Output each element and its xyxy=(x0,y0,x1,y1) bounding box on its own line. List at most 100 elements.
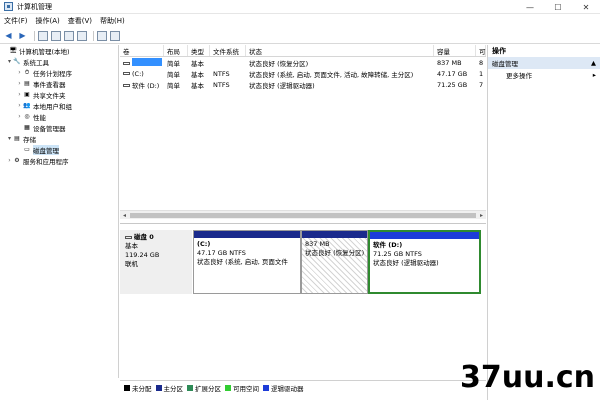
partition-size: 47.17 GB NTFS xyxy=(197,249,246,257)
table-row[interactable]: 软件 (D:) 简单 基本 NTFS 状态良好 (逻辑驱动器) 71.25 GB… xyxy=(120,79,486,90)
volume-name: 软件 (D:) xyxy=(132,81,160,90)
partition-info: (C:) 47.17 GB NTFS 状态良好 (系统, 启动, 页面文件 xyxy=(194,238,300,269)
menu-action[interactable]: 操作(A) xyxy=(36,16,60,26)
primary-partition-bar xyxy=(194,231,300,238)
menu-view[interactable]: 查看(V) xyxy=(68,16,92,26)
toolbar-separator xyxy=(34,30,35,41)
up-folder-icon[interactable] xyxy=(38,30,48,41)
column-header-filesystem[interactable]: 文件系统 xyxy=(210,45,246,56)
scrollbar-thumb[interactable] xyxy=(130,212,476,218)
connect-icon[interactable] xyxy=(97,30,107,41)
show-hide-tree-icon[interactable] xyxy=(51,30,61,41)
tree-item-label: 磁盘管理 xyxy=(33,144,59,155)
legend-swatch-extended xyxy=(187,384,193,391)
actions-header: 操作 xyxy=(492,47,506,55)
column-header-free[interactable]: 可 xyxy=(476,45,486,56)
type-cell: 基本 xyxy=(191,59,204,68)
scroll-right-icon[interactable]: ▸ xyxy=(477,212,486,219)
partition-size: 71.25 GB NTFS xyxy=(373,250,422,258)
partition-status: 状态良好 (逻辑驱动器) xyxy=(373,259,439,267)
window-controls: — ☐ ✕ xyxy=(516,0,600,14)
partition-c[interactable]: (C:) 47.17 GB NTFS 状态良好 (系统, 启动, 页面文件 xyxy=(193,230,301,294)
more-actions-item[interactable]: 更多操作 ▸ xyxy=(488,69,600,81)
collapse-up-icon[interactable]: ▲ xyxy=(591,59,596,67)
column-header-type[interactable]: 类型 xyxy=(188,45,210,56)
disk-icon xyxy=(125,235,132,239)
expand-right-icon[interactable]: › xyxy=(16,80,23,87)
column-header-capacity[interactable]: 容量 xyxy=(434,45,476,56)
legend-swatch-primary xyxy=(155,384,162,391)
tree-item-shared-folders[interactable]: › ▣ 共享文件夹 xyxy=(0,89,118,100)
back-arrow-icon[interactable]: ◀ xyxy=(3,30,14,41)
status-cell: 状态良好 (逻辑驱动器) xyxy=(249,81,315,90)
tree-item-local-users[interactable]: › 👥 本地用户和组 xyxy=(0,100,118,111)
legend-swatch-free-space xyxy=(225,384,231,391)
partition-recovery[interactable]: 837 MB 状态良好 (恢复分区) xyxy=(301,230,368,294)
computer-management-icon xyxy=(4,2,13,11)
partition-title: 软件 (D:) xyxy=(373,241,403,249)
settings-icon[interactable] xyxy=(110,30,120,41)
volume-name: (C:) xyxy=(132,69,144,78)
drive-icon xyxy=(123,84,130,87)
primary-partition-bar xyxy=(302,231,367,238)
logical-drive-bar xyxy=(370,232,479,239)
scroll-left-icon[interactable]: ◂ xyxy=(120,212,129,219)
column-header-volume[interactable]: 卷 xyxy=(120,45,164,56)
forward-arrow-icon[interactable]: ▶ xyxy=(17,30,28,41)
tree-item-label: 计算机管理(本地) xyxy=(19,47,70,56)
toolbar-separator xyxy=(93,30,94,41)
expand-right-icon[interactable]: › xyxy=(6,157,13,164)
tree-item-task-scheduler[interactable]: › ⏱ 任务计划程序 xyxy=(0,67,118,78)
layout-cell: 简单 xyxy=(167,70,180,79)
expand-right-icon[interactable]: › xyxy=(16,102,23,109)
tree-item-computer-management[interactable]: 🖥 计算机管理(本地) xyxy=(0,45,118,56)
disk-name: 磁盘 0 xyxy=(125,233,187,242)
free-cell: 1 xyxy=(479,69,484,78)
tree-item-device-manager[interactable]: ▦ 设备管理器 xyxy=(0,122,118,133)
table-row[interactable]: (C:) 简单 基本 NTFS 状态良好 (系统, 启动, 页面文件, 活动, … xyxy=(120,68,486,79)
partition-d[interactable]: 软件 (D:) 71.25 GB NTFS 状态良好 (逻辑驱动器) xyxy=(368,230,481,294)
legend-swatch-unallocated xyxy=(124,384,130,391)
expand-right-icon[interactable]: › xyxy=(16,91,23,98)
properties-icon[interactable] xyxy=(77,30,87,41)
menu-help[interactable]: 帮助(H) xyxy=(100,16,125,26)
computer-icon: 🖥 xyxy=(9,47,17,54)
legend-swatch-logical xyxy=(263,384,269,391)
disk-0-label[interactable]: 磁盘 0 基本 119.24 GB 联机 xyxy=(120,230,192,294)
expand-right-icon[interactable]: › xyxy=(16,69,23,76)
tree-item-performance[interactable]: › ◎ 性能 xyxy=(0,111,118,122)
tree-item-services-apps[interactable]: › ⚙ 服务和应用程序 xyxy=(0,155,118,166)
actions-section-label: 磁盘管理 xyxy=(492,60,518,68)
menu-file[interactable]: 文件(F) xyxy=(4,16,28,26)
disk-type: 基本 xyxy=(125,242,138,250)
column-header-layout[interactable]: 布局 xyxy=(164,45,188,56)
expand-down-icon[interactable]: ▾ xyxy=(6,58,13,65)
column-header-status[interactable]: 状态 xyxy=(246,45,434,56)
tools-icon: 🔧 xyxy=(13,58,21,65)
maximize-button[interactable]: ☐ xyxy=(544,0,572,14)
tree-item-storage[interactable]: ▾ ▤ 存储 xyxy=(0,133,118,144)
drive-icon xyxy=(123,72,130,75)
minimize-button[interactable]: — xyxy=(516,0,544,14)
volume-cell: (C:) xyxy=(120,70,164,78)
volume-table-header: 卷 布局 类型 文件系统 状态 容量 可 xyxy=(120,45,486,57)
close-button[interactable]: ✕ xyxy=(572,0,600,14)
status-cell: 状态良好 (系统, 启动, 页面文件, 活动, 故障转储, 主分区) xyxy=(249,70,414,79)
legend-label: 扩展分区 xyxy=(195,384,221,393)
tree-item-system-tools[interactable]: ▾ 🔧 系统工具 xyxy=(0,56,118,67)
volume-cell: 软件 (D:) xyxy=(120,80,164,90)
disk-size: 119.24 GB xyxy=(125,251,160,259)
actions-section-disk-management[interactable]: 磁盘管理 ▲ xyxy=(488,57,600,69)
window-title: 计算机管理 xyxy=(17,2,52,11)
help-icon[interactable] xyxy=(64,30,74,41)
tree-item-event-viewer[interactable]: › ▤ 事件查看器 xyxy=(0,78,118,89)
horizontal-scrollbar[interactable]: ◂ ▸ xyxy=(120,210,486,219)
title-bar: 计算机管理 — ☐ ✕ xyxy=(0,0,600,14)
legend-label: 可用空间 xyxy=(233,384,259,393)
navigation-tree: 🖥 计算机管理(本地) ▾ 🔧 系统工具 › ⏱ 任务计划程序 › ▤ 事件查看… xyxy=(0,45,119,378)
tree-item-disk-management[interactable]: ▭ 磁盘管理 xyxy=(0,144,118,155)
table-row[interactable]: 简单 基本 状态良好 (恢复分区) 837 MB 8 xyxy=(120,57,486,68)
tree-item-label: 本地用户和组 xyxy=(33,102,72,111)
expand-down-icon[interactable]: ▾ xyxy=(6,135,13,142)
expand-right-icon[interactable]: › xyxy=(16,113,23,120)
